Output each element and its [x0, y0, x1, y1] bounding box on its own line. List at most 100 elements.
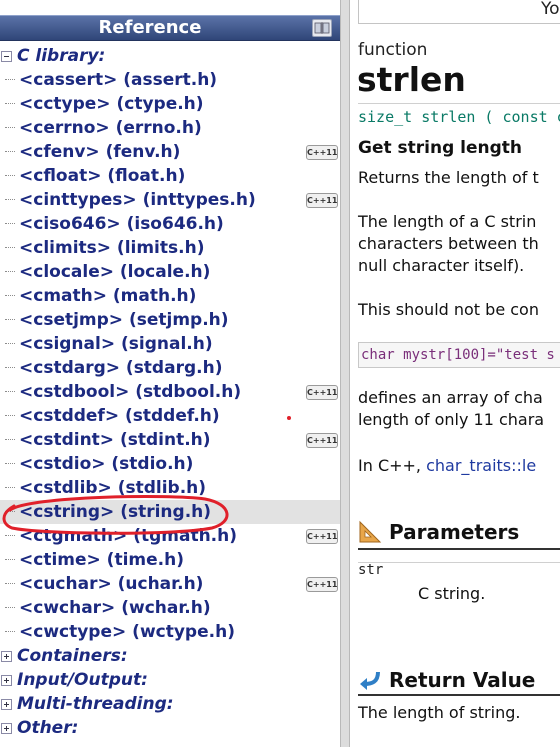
tree-item[interactable]: <cinttypes> (inttypes.h) C++11: [0, 188, 340, 212]
tree-label: <csignal> (signal.h): [19, 334, 213, 354]
tree-connector: [5, 79, 15, 80]
description-paragraph-2-line-1: The length of a C strin: [358, 212, 537, 231]
tree-item[interactable]: <cfloat> (float.h): [0, 164, 340, 188]
tree-category[interactable]: Multi-threading:: [0, 692, 340, 716]
tree-connector: [5, 127, 15, 128]
tree-item[interactable]: <cstdarg> (stdarg.h): [0, 356, 340, 380]
parameters-divider: [358, 548, 560, 550]
code-example: char mystr[100]="test s: [358, 342, 560, 368]
tree-item[interactable]: <cctype> (ctype.h): [0, 92, 340, 116]
tree-connector: [5, 295, 15, 296]
expand-icon[interactable]: [1, 699, 12, 710]
tree-connector: [5, 247, 15, 248]
tree-item[interactable]: <csignal> (signal.h): [0, 332, 340, 356]
tree-label: <csetjmp> (setjmp.h): [19, 310, 229, 330]
tree-connector: [5, 607, 15, 608]
return-value-text: The length of string.: [358, 703, 521, 722]
tree-label: <cstdbool> (stdbool.h): [19, 382, 242, 402]
tree-item[interactable]: <cwchar> (wchar.h): [0, 596, 340, 620]
tree-item[interactable]: <cwctype> (wctype.h): [0, 620, 340, 644]
tree-label: <cwctype> (wctype.h): [19, 622, 235, 642]
tree-connector: [5, 367, 15, 368]
tree-item[interactable]: <cassert> (assert.h): [0, 68, 340, 92]
tree-label: Containers:: [17, 646, 128, 666]
tree-label: <clocale> (locale.h): [19, 262, 211, 282]
tree-item[interactable]: <cfenv> (fenv.h) C++11: [0, 140, 340, 164]
tree-label: <ciso646> (iso646.h): [19, 214, 224, 234]
tree-connector: [5, 439, 15, 440]
tree-connector: [5, 151, 15, 152]
code-example-text: char mystr[100]="test s: [361, 347, 555, 363]
paragraph-5-prefix: In C++,: [358, 456, 427, 475]
param-name: str: [358, 562, 384, 578]
tree-item[interactable]: <cuchar> (uchar.h) C++11: [0, 572, 340, 596]
cpp11-badge-icon: C++11: [306, 145, 338, 160]
tree-item[interactable]: <cmath> (math.h): [0, 284, 340, 308]
expand-icon[interactable]: [1, 651, 12, 662]
tree-connector: [5, 583, 15, 584]
tree-connector: [5, 463, 15, 464]
description-paragraph-2-line-2: characters between th: [358, 234, 539, 253]
tree-item[interactable]: <ctime> (time.h): [0, 548, 340, 572]
cpp-logo-icon[interactable]: [312, 19, 332, 37]
tree-item[interactable]: <cstdint> (stdint.h) C++11: [0, 428, 340, 452]
tree-label: <climits> (limits.h): [19, 238, 205, 258]
tree-category[interactable]: Other:: [0, 716, 340, 740]
content-pane: Yo function strlen size_t strlen ( const…: [350, 0, 560, 747]
tree-item[interactable]: <ciso646> (iso646.h): [0, 212, 340, 236]
annotation-dot: [287, 416, 291, 420]
tree-item[interactable]: <cerrno> (errno.h): [0, 116, 340, 140]
tree-item[interactable]: <cstdbool> (stdbool.h) C++11: [0, 380, 340, 404]
reference-panel: Reference C library: <cassert> (assert.h)…: [0, 0, 340, 747]
tree-category[interactable]: Containers:: [0, 644, 340, 668]
tree-category[interactable]: C library:: [0, 44, 340, 68]
top-box: Yo: [358, 0, 560, 24]
tree-label: Multi-threading:: [17, 694, 174, 714]
char-traits-link[interactable]: char_traits::le: [426, 456, 536, 475]
tree-item[interactable]: <clocale> (locale.h): [0, 260, 340, 284]
tree-label: C library:: [17, 46, 106, 66]
page-title: strlen: [357, 60, 466, 99]
cpp11-badge-icon: C++11: [306, 193, 338, 208]
expand-icon[interactable]: [1, 723, 12, 734]
annotation-circle: [2, 495, 229, 535]
tree-connector: [5, 175, 15, 176]
tree-item[interactable]: <cstdio> (stdio.h): [0, 452, 340, 476]
tree-label: <cctype> (ctype.h): [19, 94, 204, 114]
description-paragraph-1: Returns the length of t: [358, 168, 539, 187]
cpp11-badge-icon: C++11: [306, 529, 338, 544]
tree-category[interactable]: Input/Output:: [0, 668, 340, 692]
cpp11-badge-icon: C++11: [306, 385, 338, 400]
parameters-heading: Parameters: [389, 520, 520, 544]
tree-label: <cstdarg> (stdarg.h): [19, 358, 223, 378]
tree-connector: [5, 559, 15, 560]
tree-label: <cstdio> (stdio.h): [19, 454, 194, 474]
cpp11-badge-icon: C++11: [306, 577, 338, 592]
return-value-heading: Return Value: [389, 668, 536, 692]
tree-label: Input/Output:: [17, 670, 148, 690]
title-divider: [358, 103, 560, 104]
top-box-text: Yo: [541, 0, 560, 19]
tree-item[interactable]: <climits> (limits.h): [0, 236, 340, 260]
tree-label: <cuchar> (uchar.h): [19, 574, 204, 594]
cpp11-badge-icon: C++11: [306, 433, 338, 448]
tree-label: <cstddef> (stddef.h): [19, 406, 220, 426]
tree-connector: [5, 415, 15, 416]
tree-label: <cfenv> (fenv.h): [19, 142, 181, 162]
tree-connector: [5, 103, 15, 104]
tree-label: <ctime> (time.h): [19, 550, 184, 570]
tree-connector: [5, 631, 15, 632]
ruler-triangle-icon: [359, 520, 382, 543]
param-description: C string.: [418, 584, 486, 603]
tree-label: <cwchar> (wchar.h): [19, 598, 211, 618]
expand-icon[interactable]: [1, 675, 12, 686]
tree-connector: [5, 391, 15, 392]
collapse-icon[interactable]: [1, 51, 12, 62]
panel-splitter[interactable]: [340, 0, 350, 747]
tree-item[interactable]: <csetjmp> (setjmp.h): [0, 308, 340, 332]
return-arrow-icon: [360, 671, 380, 690]
tree-connector: [5, 199, 15, 200]
tree-connector: [5, 271, 15, 272]
function-prototype: size_t strlen ( const c: [358, 108, 560, 126]
tree-label: <cerrno> (errno.h): [19, 118, 202, 138]
